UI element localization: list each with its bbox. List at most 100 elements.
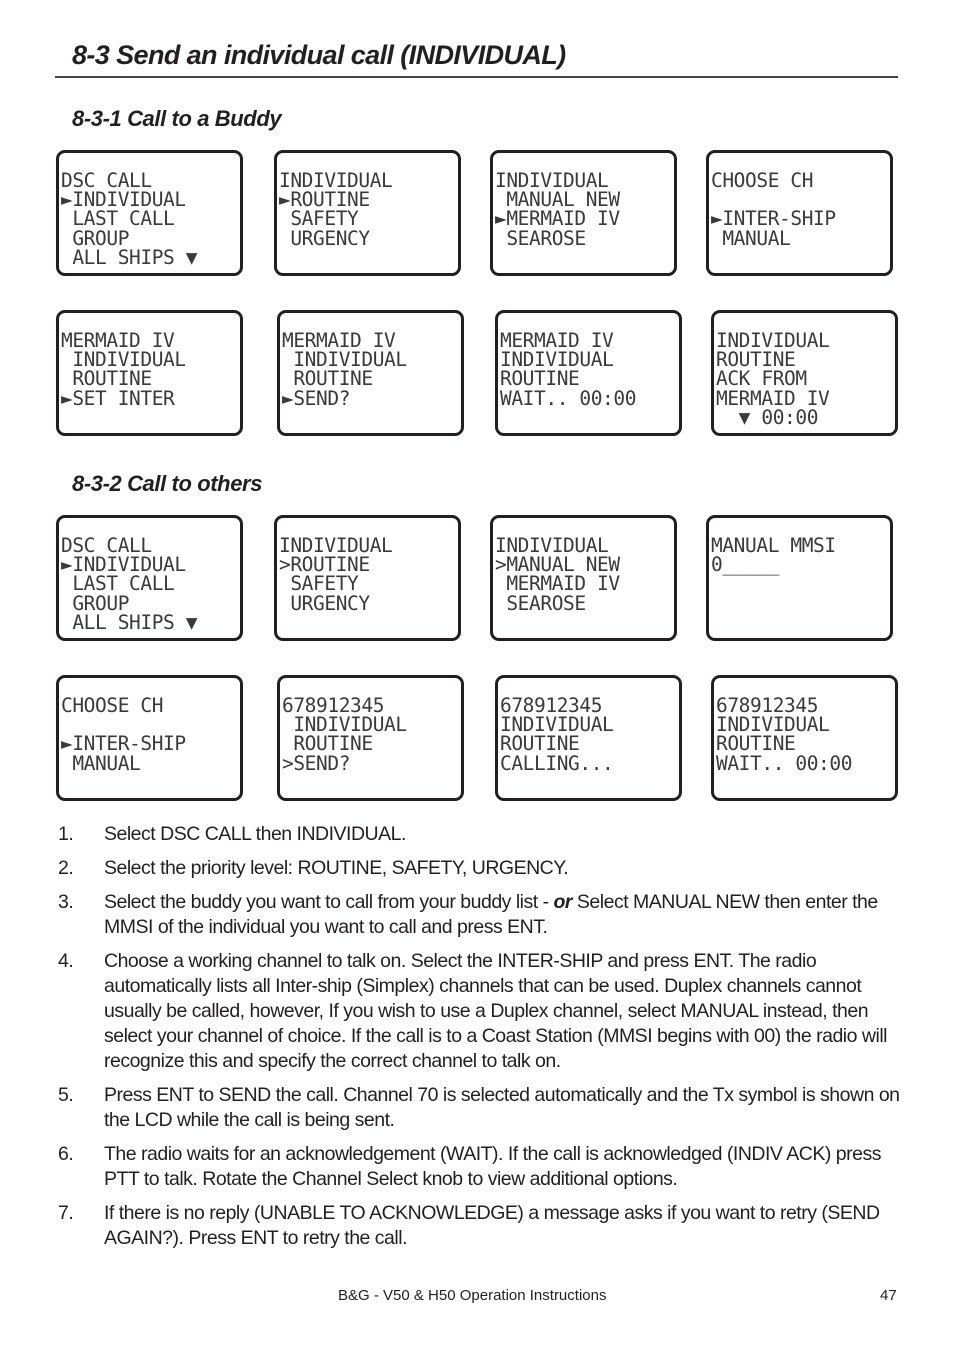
lcd-line: SEAROSE [495, 226, 586, 250]
lcd-screen: INDIVIDUAL ►ROUTINE SAFETY URGENCY [274, 150, 461, 276]
lcd-line: ►INTER-SHIP [61, 732, 186, 756]
lcd-line: MERMAID IV [282, 329, 396, 352]
lcd-line: INDIVIDUAL [282, 713, 407, 737]
step-item: 3. Select the buddy you want to call fro… [58, 890, 908, 940]
lcd-line: ROUTINE [500, 367, 580, 391]
lcd-line: CHOOSE CH [61, 694, 164, 717]
lcd-line: MERMAID IV [500, 329, 614, 352]
lcd-line: SAFETY [279, 572, 359, 596]
lcd-line: MANUAL NEW [495, 188, 620, 212]
lcd-line: 0_____ [711, 553, 780, 577]
lcd-line: MANUAL [711, 226, 791, 250]
step-item: 4. Choose a working channel to talk on. … [58, 949, 908, 1074]
lcd-screen: INDIVIDUAL MANUAL NEW ►MERMAID IV SEAROSE [490, 150, 677, 276]
lcd-line: CHOOSE CH [711, 169, 814, 192]
lcd-line: MERMAID IV [61, 329, 175, 352]
lcd-line: INDIVIDUAL [495, 169, 609, 192]
step-number: 4. [58, 950, 74, 972]
lcd-line: GROUP [61, 226, 130, 250]
footer-page-number: 47 [880, 1287, 897, 1304]
lcd-line: >MANUAL NEW [495, 553, 620, 577]
lcd-line: 678912345 [500, 694, 603, 717]
lcd-line: >SEND? [282, 751, 351, 775]
step-item: 5. Press ENT to SEND the call. Channel 7… [58, 1083, 908, 1133]
lcd-line: MERMAID IV [716, 386, 830, 410]
lcd-line: ROUTINE [500, 732, 580, 756]
instruction-steps: 1. Select DSC CALL then INDIVIDUAL. 2. S… [58, 822, 908, 1260]
lcd-screen: MERMAID IV INDIVIDUAL ROUTINE WAIT.. 00:00 [495, 310, 682, 436]
step-number: 1. [58, 823, 74, 845]
lcd-screen: INDIVIDUAL >ROUTINE SAFETY URGENCY [274, 515, 461, 641]
lcd-line: CALLING... [500, 751, 614, 775]
lcd-line: SAFETY [279, 207, 359, 231]
section-heading-call-to-buddy: 8-3-1 Call to a Buddy [72, 106, 282, 131]
step-number: 5. [58, 1084, 74, 1106]
lcd-line: ROUTINE [61, 367, 152, 391]
lcd-line: ►INTER-SHIP [711, 207, 836, 231]
lcd-screen: MERMAID IV INDIVIDUAL ROUTINE ►SET INTER [56, 310, 243, 436]
lcd-line: MERMAID IV [495, 572, 620, 596]
title-divider [55, 76, 898, 78]
step-text: Select the buddy you want to call from y… [104, 891, 878, 938]
lcd-line: INDIVIDUAL [495, 534, 609, 557]
lcd-line: INDIVIDUAL [282, 348, 407, 372]
lcd-screen: MANUAL MMSI 0_____ [706, 515, 893, 641]
lcd-screen: INDIVIDUAL >MANUAL NEW MERMAID IV SEAROSE [490, 515, 677, 641]
lcd-line: INDIVIDUAL [279, 169, 393, 192]
lcd-line: INDIVIDUAL [716, 329, 830, 352]
lcd-line: MANUAL [61, 751, 141, 775]
lcd-line: URGENCY [279, 226, 370, 250]
step-item: 7. If there is no reply (UNABLE TO ACKNO… [58, 1201, 908, 1251]
lcd-screen: INDIVIDUAL ROUTINE ACK FROM MERMAID IV ▼ 00… [711, 310, 898, 436]
lcd-line: INDIVIDUAL [500, 713, 614, 737]
lcd-line: LAST CALL [61, 572, 175, 596]
lcd-line: INDIVIDUAL [279, 534, 393, 557]
step-item: 2. Select the priority level: ROUTINE, S… [58, 856, 908, 881]
step-text: Press ENT to SEND the call. Channel 70 i… [104, 1084, 900, 1131]
step-text: Choose a working channel to talk on. Sel… [104, 950, 887, 1072]
step-number: 3. [58, 891, 74, 913]
lcd-line: ACK FROM [716, 367, 807, 391]
section-heading-call-to-others: 8-3-2 Call to others [72, 471, 263, 496]
page-title: 8-3 Send an individual call (INDIVIDUAL) [72, 40, 566, 70]
lcd-line: INDIVIDUAL [500, 348, 614, 372]
lcd-line: INDIVIDUAL [61, 348, 186, 372]
lcd-screen: 678912345 INDIVIDUAL ROUTINE >SEND? [277, 675, 464, 801]
step-number: 7. [58, 1202, 74, 1224]
lcd-line: ALL SHIPS ▼ [61, 245, 198, 269]
lcd-line: ALL SHIPS ▼ [61, 610, 198, 634]
step-text-emphasis: or [553, 891, 573, 913]
lcd-line: SEAROSE [495, 591, 586, 615]
lcd-screen: CHOOSE CH ►INTER-SHIP MANUAL [56, 675, 243, 801]
lcd-screen: 678912345 INDIVIDUAL ROUTINE WAIT.. 00:00 [711, 675, 898, 801]
lcd-line: ►SEND? [282, 386, 351, 410]
lcd-line: URGENCY [279, 591, 370, 615]
lcd-line: >ROUTINE [279, 553, 370, 577]
step-number: 6. [58, 1143, 74, 1165]
lcd-line: ►ROUTINE [279, 188, 370, 212]
step-text: If there is no reply (UNABLE TO ACKNOWLE… [104, 1202, 880, 1249]
lcd-line: WAIT.. 00:00 [500, 386, 637, 410]
step-text: The radio waits for an acknowledgement (… [104, 1143, 881, 1190]
step-item: 6. The radio waits for an acknowledgemen… [58, 1142, 908, 1192]
step-text: Select the priority level: ROUTINE, SAFE… [104, 857, 569, 879]
lcd-line: ROUTINE [282, 367, 373, 391]
lcd-line: ▼ 00:00 [716, 405, 819, 429]
step-number: 2. [58, 857, 74, 879]
lcd-line: MANUAL MMSI [711, 534, 836, 557]
lcd-line: GROUP [61, 591, 130, 615]
lcd-line: LAST CALL [61, 207, 175, 231]
lcd-line: ►INDIVIDUAL [61, 553, 186, 577]
footer-doc-title: B&G - V50 & H50 Operation Instructions [338, 1287, 607, 1304]
lcd-line: ►INDIVIDUAL [61, 188, 186, 212]
lcd-line: INDIVIDUAL [716, 713, 830, 737]
lcd-line: ROUTINE [716, 348, 796, 372]
lcd-screen: DSC CALL ►INDIVIDUAL LAST CALL GROUP ALL … [56, 150, 243, 276]
lcd-screen: CHOOSE CH ►INTER-SHIP MANUAL [706, 150, 893, 276]
lcd-line: DSC CALL [61, 169, 152, 192]
lcd-screen: DSC CALL ►INDIVIDUAL LAST CALL GROUP ALL … [56, 515, 243, 641]
lcd-line: ►MERMAID IV [495, 207, 620, 231]
lcd-line: 678912345 [282, 694, 385, 717]
lcd-line: WAIT.. 00:00 [716, 751, 853, 775]
step-item: 1. Select DSC CALL then INDIVIDUAL. [58, 822, 908, 847]
